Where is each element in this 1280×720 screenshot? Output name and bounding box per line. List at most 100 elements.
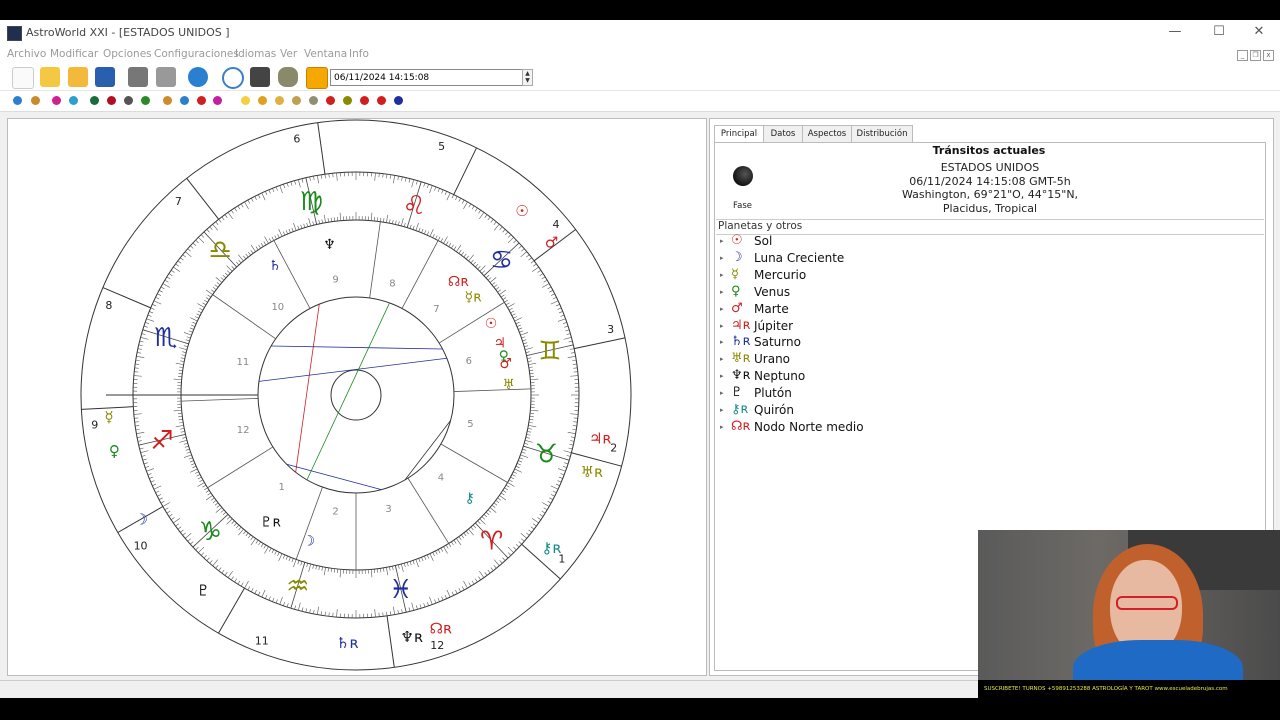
degree-tick [389,174,392,179]
degree-tick [186,336,191,339]
tool-olive-icon[interactable] [309,96,318,105]
planet-row[interactable]: ▸ ☉ Sol [720,233,1020,250]
degree-tick [318,219,320,224]
degree-tick [552,490,557,494]
astro-wheel[interactable]: 67891011 1212345♍♎♏♐♑♒ ♓♈♉♊♋♌910111212 3456… [8,119,706,675]
tool-sun-icon[interactable] [241,96,250,105]
degree-tick [397,609,399,614]
planet-row[interactable]: ▸ ☊ʀ Nodo Norte medio [720,419,1020,436]
degree-tick [440,238,444,243]
expand-arrow-icon[interactable]: ▸ [720,322,724,330]
menu-idiomas[interactable]: Idiomas [235,48,276,60]
tool-green-icon[interactable] [90,96,99,105]
degree-tick [415,222,419,231]
expand-arrow-icon[interactable]: ▸ [720,288,724,296]
mdi-close-icon[interactable]: x [1263,50,1274,61]
tool-bronze-icon[interactable] [292,96,301,105]
chart-panel[interactable]: 6 7 8 9 10 11 12 1 2 3 4 5 ♍ ♎ ♏ ♐ ♑ ♒ ♓ ♈ ♉ ♊ ♋ ♌ 9 10 11 12 1 2 3 4 5 6… [7,118,707,676]
expand-arrow-icon[interactable]: ▸ [720,305,724,313]
open-folder-icon[interactable] [40,67,60,87]
planet-row[interactable]: ▸ ♀ Venus [720,284,1020,301]
secondary-toolbar [0,91,1280,112]
expand-arrow-icon[interactable]: ▸ [720,389,724,397]
save-icon[interactable] [95,67,115,87]
clock-icon[interactable] [222,67,244,89]
planet-row[interactable]: ▸ ♂ Marte [720,301,1020,318]
menu-opciones[interactable]: Opciones [103,48,152,60]
tab-distribucion[interactable]: Distribución [851,125,913,143]
degree-tick [481,270,485,274]
tool-magenta-icon[interactable] [213,96,222,105]
expand-arrow-icon[interactable]: ▸ [720,271,724,279]
expand-arrow-icon[interactable]: ▸ [720,254,724,262]
expand-arrow-icon[interactable]: ▸ [720,423,724,431]
print-preview-icon[interactable] [156,67,176,87]
tool-jupiter-icon[interactable] [377,96,386,105]
menu-modificar[interactable]: Modificar [50,48,98,60]
menu-archivo[interactable]: Archivo [7,48,46,60]
planet-row[interactable]: ▸ ♃ʀ Júpiter [720,318,1020,335]
menu-ver[interactable]: Ver [280,48,297,60]
planet-row[interactable]: ▸ ♄ʀ Saturno [720,334,1020,351]
minimize-button[interactable]: — [1160,24,1190,39]
planet-row[interactable]: ▸ ☿ Mercurio [720,267,1020,284]
tool-orange-icon[interactable] [163,96,172,105]
degree-tick [532,263,537,267]
tool-clock-icon[interactable] [31,96,40,105]
datetime-input[interactable] [330,69,525,86]
tool-sun-symbol-icon[interactable] [326,96,335,105]
maximize-button[interactable]: ☐ [1204,24,1234,39]
degree-tick [472,261,476,266]
tool-gold-icon[interactable] [275,96,284,105]
tool-leaf-icon[interactable] [141,96,150,105]
menu-configuraciones[interactable]: Configuraciones [154,48,239,60]
degree-tick [451,591,455,596]
expand-arrow-icon[interactable]: ▸ [720,406,724,414]
planet-row[interactable]: ▸ ☽ Luna Creciente [720,250,1020,267]
tool-blue-icon[interactable] [69,96,78,105]
open-recent-icon[interactable] [68,67,88,87]
mdi-minimize-icon[interactable]: _ [1237,50,1248,61]
degree-tick [185,448,190,451]
expand-arrow-icon[interactable]: ▸ [720,372,724,380]
degree-tick [408,607,411,612]
degree-tick [550,494,555,497]
expand-arrow-icon[interactable]: ▸ [720,338,724,346]
tool-red-icon[interactable] [107,96,116,105]
refresh-icon[interactable] [188,67,208,87]
degree-tick [294,180,296,185]
tool-wand-icon[interactable] [124,96,133,105]
tab-datos[interactable]: Datos [763,125,803,143]
tool-mercury-icon[interactable] [343,96,352,105]
degree-tick [272,597,275,602]
binoculars-icon[interactable] [250,67,270,87]
print-icon[interactable] [128,67,148,87]
expand-arrow-icon[interactable]: ▸ [720,237,724,245]
datetime-spinner[interactable]: ▲ ▼ [522,69,533,86]
expand-arrow-icon[interactable]: ▸ [720,355,724,363]
degree-tick [513,471,518,474]
menu-info[interactable]: Info [349,48,369,60]
planet-row[interactable]: ▸ ♅ʀ Urano [720,351,1020,368]
menu-bar: Archivo Modificar Opciones Configuracion… [0,46,1280,64]
planet-icon[interactable] [278,67,298,87]
degree-tick [521,451,526,454]
planet-row[interactable]: ▸ ♆ʀ Neptuno [720,368,1020,385]
planet-row[interactable]: ▸ ♇ Plutón [720,385,1020,402]
tool-target-icon[interactable] [197,96,206,105]
planet-row[interactable]: ▸ ⚷ʀ Quirón [720,402,1020,419]
degree-tick [518,541,522,545]
tool-globe-icon[interactable] [13,96,22,105]
tool-globe2-icon[interactable] [180,96,189,105]
tool-saturn-icon[interactable] [394,96,403,105]
tool-amber-icon[interactable] [258,96,267,105]
tool-mars-icon[interactable] [360,96,369,105]
tool-pink-icon[interactable] [52,96,61,105]
mdi-restore-icon[interactable]: ❐ [1250,50,1261,61]
new-file-icon[interactable] [12,67,34,89]
folder-list-icon[interactable] [306,67,328,89]
tab-aspectos[interactable]: Aspectos [802,125,852,143]
menu-ventana[interactable]: Ventana [304,48,347,60]
close-button[interactable]: ✕ [1244,24,1274,39]
degree-tick [451,194,455,199]
